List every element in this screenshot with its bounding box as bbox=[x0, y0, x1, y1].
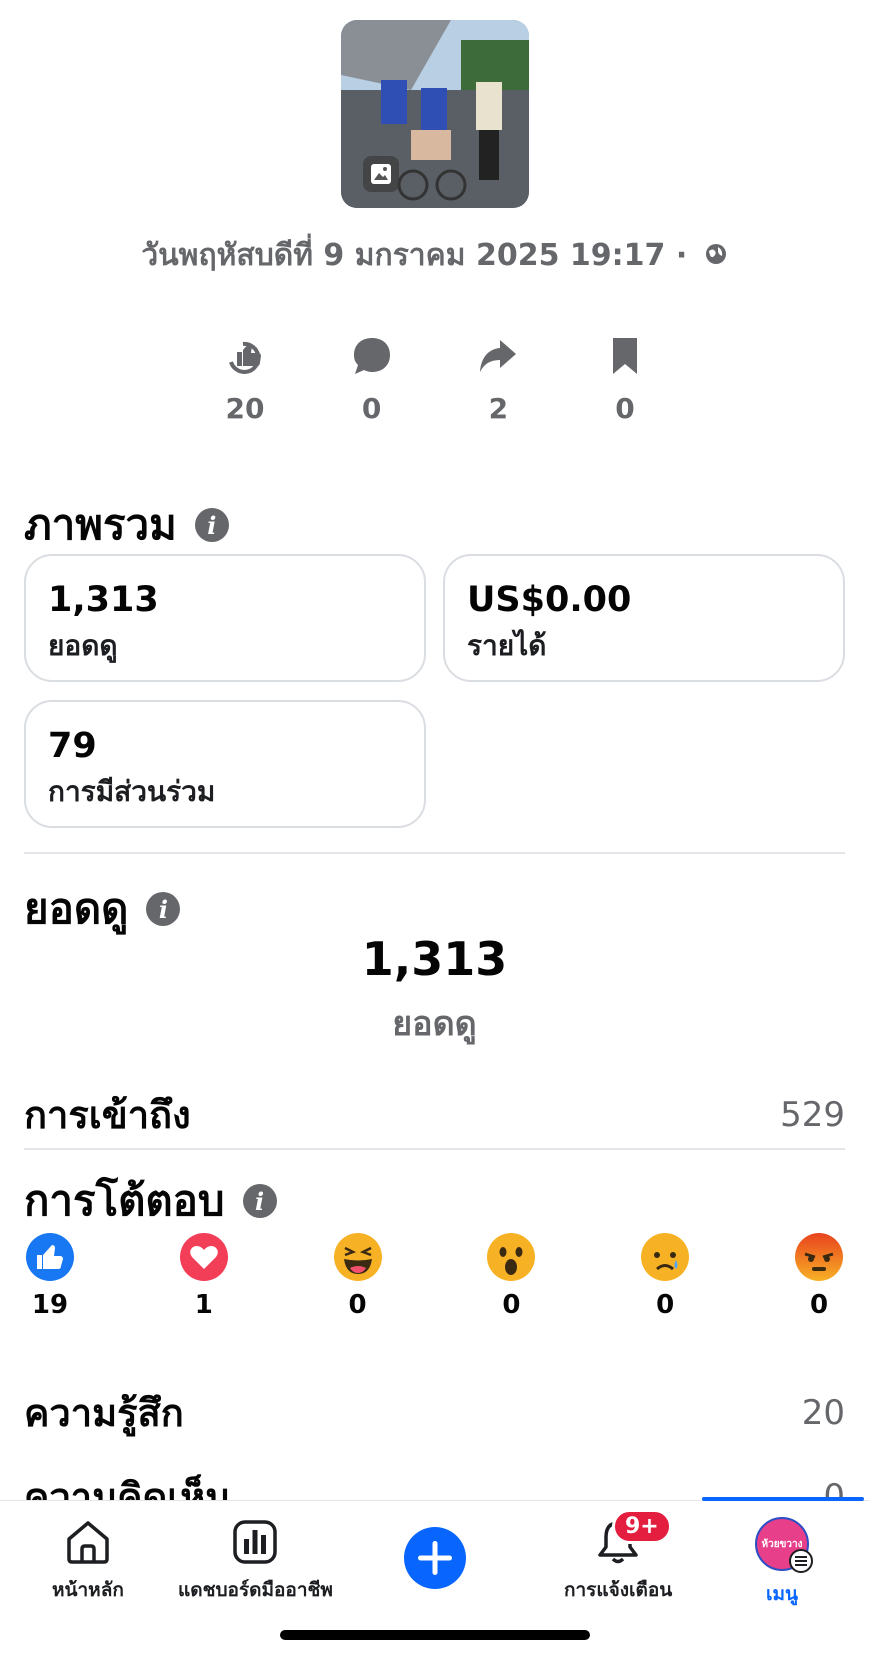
reaction-like: 19 bbox=[24, 1232, 76, 1320]
likes-count: 20 bbox=[225, 392, 265, 425]
info-icon[interactable]: i bbox=[146, 892, 181, 926]
views-card[interactable]: 1,313 ยอดดู bbox=[24, 554, 426, 682]
dashboard-icon bbox=[233, 1520, 278, 1564]
share-icon bbox=[443, 330, 553, 382]
stat-comments[interactable]: 0 bbox=[317, 330, 427, 425]
reactions-row: 19 1 0 0 0 0 bbox=[24, 1232, 845, 1320]
plus-icon bbox=[404, 1527, 466, 1589]
love-reaction-icon bbox=[179, 1233, 228, 1281]
stat-saves[interactable]: 0 bbox=[570, 330, 680, 425]
angry-reaction-icon bbox=[794, 1233, 843, 1281]
create-button[interactable] bbox=[404, 1527, 466, 1589]
divider bbox=[24, 852, 845, 854]
post-date: วันพฤหัสบดีที่ 9 มกราคม 2025 19:17 · bbox=[0, 232, 869, 279]
sad-reaction-icon bbox=[641, 1233, 690, 1281]
comments-count: 0 bbox=[361, 392, 382, 425]
home-indicator bbox=[280, 1630, 590, 1640]
info-icon[interactable]: i bbox=[242, 1184, 277, 1218]
views-total: 1,313 bbox=[361, 932, 508, 986]
haha-reaction-icon bbox=[333, 1233, 382, 1281]
feelings-value: 20 bbox=[801, 1392, 845, 1433]
views-card-label: ยอดดู bbox=[48, 629, 118, 662]
post-thumbnail[interactable] bbox=[341, 20, 529, 208]
reaction-count: 1 bbox=[194, 1290, 213, 1320]
reaction-count: 0 bbox=[809, 1290, 829, 1320]
views-card-value: 1,313 bbox=[48, 580, 159, 620]
like-reaction-icon bbox=[26, 1233, 74, 1281]
wow-reaction-icon bbox=[487, 1233, 536, 1281]
reaction-count: 0 bbox=[502, 1290, 521, 1320]
overview-title-text: ภาพรวม bbox=[24, 500, 177, 549]
active-tab-indicator bbox=[702, 1497, 864, 1501]
nav-notifications-label: การแจ้งเตือน bbox=[564, 1579, 673, 1601]
info-icon[interactable]: i bbox=[194, 508, 229, 542]
overview-title: ภาพรวม i bbox=[24, 492, 229, 558]
stat-likes[interactable]: 20 bbox=[190, 330, 300, 425]
engagement-card[interactable]: 79 การมีส่วนร่วม bbox=[24, 700, 426, 828]
reaction-love: 1 bbox=[178, 1232, 230, 1320]
reaction-count: 19 bbox=[31, 1290, 69, 1320]
globe-icon bbox=[704, 239, 728, 274]
nav-notifications[interactable]: การแจ้งเตือน 9+ bbox=[564, 1509, 673, 1605]
menu-icon bbox=[789, 1549, 813, 1573]
feelings-label: ความรู้สึก bbox=[24, 1391, 184, 1435]
reaction-count: 0 bbox=[656, 1290, 675, 1320]
engagement-card-label: การมีส่วนร่วม bbox=[48, 775, 216, 808]
bookmark-icon bbox=[570, 330, 680, 382]
earnings-card-label: รายได้ bbox=[467, 629, 547, 662]
reaction-haha: 0 bbox=[332, 1232, 384, 1320]
profile-avatar: ห้วยขวาง bbox=[755, 1517, 813, 1573]
saves-count: 0 bbox=[615, 392, 635, 425]
nav-menu[interactable]: ห้วยขวาง เมนู bbox=[755, 1517, 813, 1609]
comment-icon bbox=[317, 330, 427, 382]
like-icon bbox=[190, 330, 300, 382]
interactions-title-text: การโต้ตอบ bbox=[24, 1176, 225, 1225]
nav-home[interactable]: หน้าหลัก bbox=[52, 1517, 124, 1605]
home-icon bbox=[67, 1521, 109, 1564]
nav-dashboard[interactable]: แดชบอร์ดมืออาชีพ bbox=[178, 1517, 333, 1605]
feelings-row: ความรู้สึก 20 bbox=[24, 1382, 845, 1443]
reaction-angry: 0 bbox=[793, 1232, 845, 1320]
earnings-card-value: US$0.00 bbox=[467, 580, 632, 620]
photo-icon bbox=[363, 156, 399, 192]
divider bbox=[24, 1148, 845, 1150]
post-stats: 20 0 2 0 bbox=[190, 330, 680, 425]
stat-shares[interactable]: 2 bbox=[443, 330, 553, 425]
nav-menu-label: เมนู bbox=[765, 1583, 798, 1605]
reach-value: 529 bbox=[780, 1094, 845, 1135]
notification-badge: 9+ bbox=[612, 1509, 672, 1544]
reaction-count: 0 bbox=[348, 1290, 367, 1320]
shares-count: 2 bbox=[488, 392, 509, 425]
engagement-card-value: 79 bbox=[48, 726, 97, 766]
nav-home-label: หน้าหลัก bbox=[52, 1579, 124, 1601]
reach-row: การเข้าถึง 529 bbox=[24, 1084, 845, 1145]
reaction-sad: 0 bbox=[639, 1232, 691, 1320]
views-total-label: ยอดดู bbox=[392, 1004, 477, 1044]
post-date-text: วันพฤหัสบดีที่ 9 มกราคม 2025 19:17 · bbox=[141, 238, 688, 273]
nav-dashboard-label: แดชบอร์ดมืออาชีพ bbox=[178, 1579, 333, 1601]
interactions-title: การโต้ตอบ i bbox=[24, 1168, 277, 1234]
reaction-wow: 0 bbox=[485, 1232, 537, 1320]
reach-label: การเข้าถึง bbox=[24, 1093, 191, 1137]
earnings-card[interactable]: US$0.00 รายได้ bbox=[443, 554, 845, 682]
